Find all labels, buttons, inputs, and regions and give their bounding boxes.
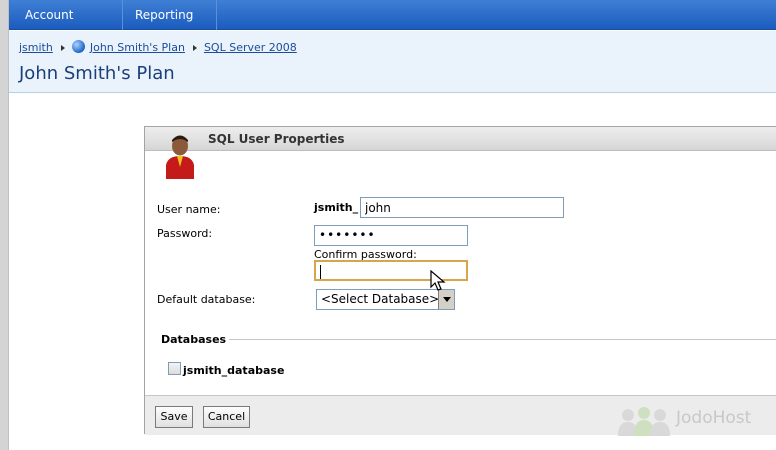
username-prefix: jsmith_ — [314, 201, 359, 214]
text-caret — [320, 264, 321, 279]
nav-account-home[interactable]: Account Home — [13, 0, 123, 52]
username-label: User name: — [157, 203, 221, 216]
save-button[interactable]: Save — [155, 406, 193, 428]
breadcrumb-jsmith[interactable]: jsmith — [19, 41, 53, 54]
password-input[interactable]: ••••••• — [314, 225, 468, 246]
people-logo-icon — [618, 407, 670, 436]
breadcrumb-separator-icon — [60, 45, 65, 51]
username-input[interactable] — [360, 197, 564, 218]
left-edge-bar — [0, 0, 9, 450]
cancel-button[interactable]: Cancel — [203, 406, 250, 428]
nav-reporting[interactable]: Reporting — [123, 0, 217, 47]
page: Account Home Reporting jsmith John Smith'… — [0, 0, 776, 450]
select-arrow-icon[interactable] — [438, 290, 454, 309]
section-divider — [229, 339, 776, 340]
watermark-brand: JodoHost — [676, 408, 752, 428]
default-database-selected: <Select Database> — [321, 292, 440, 306]
password-label: Password: — [157, 227, 213, 240]
page-header: jsmith John Smith's Plan SQL Server 2008 J… — [9, 31, 776, 93]
user-avatar-icon — [166, 135, 194, 179]
page-title: John Smith's Plan — [19, 63, 175, 84]
default-database-label: Default database: — [157, 293, 256, 306]
mouse-pointer-icon — [430, 270, 446, 291]
breadcrumb-plan[interactable]: John Smith's Plan — [90, 41, 185, 54]
globe-icon — [71, 40, 85, 53]
databases-section-title: Databases — [161, 333, 227, 346]
nav-reporting-label: Reporting — [135, 8, 194, 22]
database-checkbox[interactable] — [168, 362, 181, 375]
panel-title: SQL User Properties — [145, 127, 776, 151]
database-name: jsmith_database — [183, 364, 285, 377]
default-database-select[interactable]: <Select Database> — [316, 289, 455, 310]
breadcrumb-separator-icon — [192, 45, 197, 51]
sql-user-properties-panel: SQL User Properties User name: jsmith_ P… — [144, 126, 776, 435]
breadcrumb-sql-server[interactable]: SQL Server 2008 — [204, 41, 297, 54]
breadcrumb: jsmith John Smith's Plan SQL Server 2008 — [19, 40, 297, 54]
jodohost-watermark: JodoHost — [610, 402, 776, 436]
top-navigation: Account Home Reporting — [9, 0, 776, 52]
